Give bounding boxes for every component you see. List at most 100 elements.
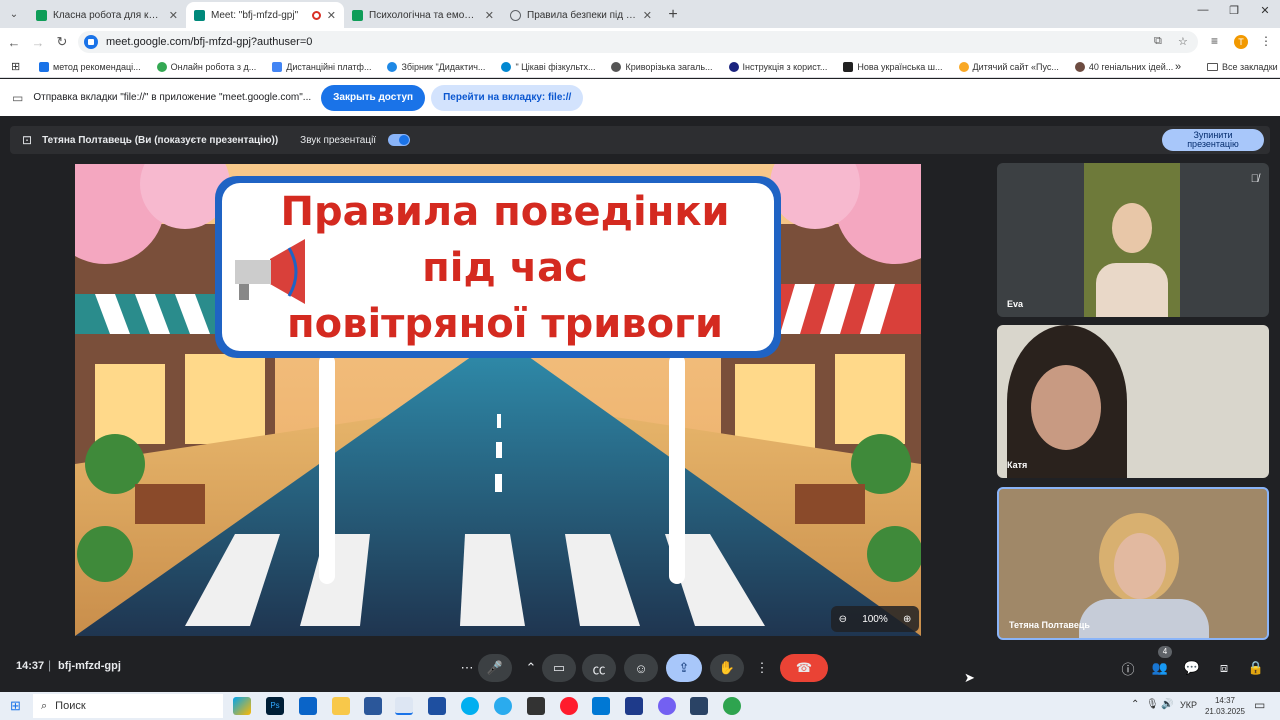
participant-tile-tetiana[interactable]: Тетяна Полтавець	[997, 487, 1269, 640]
snowflake-icon	[387, 61, 398, 72]
people-icon[interactable]: 👥	[1148, 654, 1172, 682]
close-icon[interactable]: ✕	[327, 9, 336, 22]
camera-icon: ▭	[552, 660, 566, 675]
participant-tile-katya[interactable]: Катя	[997, 325, 1269, 478]
divider: |	[48, 658, 52, 672]
telegram-icon[interactable]	[494, 697, 512, 715]
present-now-button[interactable]: ⇪	[666, 654, 702, 682]
tab-classwork[interactable]: Класна робота для курсу "Ви ✕	[28, 2, 186, 28]
reload-icon[interactable]: ↻	[50, 34, 74, 50]
emoji-icon: ☺	[634, 660, 648, 676]
video-feed	[1007, 325, 1127, 478]
tab-search-chevron-icon[interactable]: ⌄	[0, 0, 28, 28]
more-options-icon[interactable]: ⋮	[750, 654, 774, 682]
close-icon[interactable]: ✕	[643, 9, 652, 22]
close-icon[interactable]: ✕	[485, 9, 494, 22]
save-disk-icon[interactable]	[625, 697, 643, 715]
microphone-tray-icon[interactable]: 🎙	[1146, 699, 1159, 710]
call-controls: 14:37 | bfj-mfzd-gpj ⋯ 🎤 ⌃ ▭ ㏄ ☺ ⇪ ✋ ⋮ ☎…	[0, 644, 1280, 690]
outlook-icon[interactable]	[299, 697, 317, 715]
taskbar-search-box[interactable]: ⌕ Поиск	[33, 694, 223, 718]
dots-icon	[272, 61, 283, 72]
close-window-icon[interactable]: ✕	[1250, 4, 1280, 17]
notebook-icon[interactable]	[428, 697, 446, 715]
leave-call-button[interactable]: ☎	[780, 654, 828, 682]
clock[interactable]: 14:37 21.03.2025	[1200, 695, 1250, 717]
close-access-button[interactable]: Закрыть доступ	[321, 84, 426, 111]
word-icon[interactable]	[364, 697, 382, 715]
tab-safety-rules[interactable]: Правила безпеки під час ✕	[502, 2, 660, 28]
participant-tile-eva[interactable]: 🎙̸ Eva	[997, 163, 1269, 317]
tab-meet[interactable]: Meet: "bfj-mfzd-gpj" ✕	[186, 2, 344, 28]
windows-start-icon[interactable]: ⊞	[10, 698, 21, 714]
photoshop-icon[interactable]: Ps	[266, 697, 284, 715]
apps-grid-icon[interactable]: ⊞	[11, 60, 25, 73]
volume-icon[interactable]: 🔊	[1161, 699, 1173, 710]
bookmark-item[interactable]: Інструкція з корист...	[728, 61, 827, 72]
back-icon[interactable]: ←	[2, 35, 26, 50]
raise-hand-button[interactable]: ✋	[710, 654, 744, 682]
new-tab-button[interactable]: +	[660, 2, 686, 28]
chevron-up-icon[interactable]: ⌃	[519, 654, 543, 682]
calculator-icon[interactable]	[527, 697, 545, 715]
chat-icon[interactable]: 💬	[1180, 654, 1204, 682]
skype-icon[interactable]	[461, 697, 479, 715]
snowflake-icon	[501, 61, 512, 72]
activities-icon[interactable]: ⧈	[1212, 654, 1236, 682]
bookmark-label: Дистанційні платф...	[286, 61, 372, 72]
camera-button[interactable]: ▭	[542, 654, 576, 682]
more-bookmarks-icon[interactable]: »	[1175, 61, 1181, 73]
bookmark-item[interactable]: Збірник "Дидактич...	[387, 61, 486, 72]
green-app-icon[interactable]	[723, 697, 741, 715]
file-explorer-icon[interactable]	[332, 697, 350, 715]
bookmark-item[interactable]: 40 геніальних ідей...	[1074, 61, 1173, 72]
viber-icon[interactable]	[658, 697, 676, 715]
forward-icon[interactable]: →	[26, 35, 50, 50]
notifications-icon[interactable]: ▭	[1254, 698, 1265, 712]
all-bookmarks-folder[interactable]: Все закладки	[1207, 62, 1278, 72]
captions-button[interactable]: ㏄	[582, 654, 616, 682]
profile-avatar[interactable]: Т	[1234, 35, 1248, 49]
address-bar[interactable]: meet.google.com/bfj-mfzd-gpj?authuser=0 …	[78, 31, 1198, 53]
menu-kebab-icon[interactable]: ⋮	[1260, 34, 1272, 48]
toolbar: ← → ↻ meet.google.com/bfj-mfzd-gpj?authu…	[0, 28, 1280, 56]
vscode-icon[interactable]	[592, 697, 610, 715]
bookmark-item[interactable]: Дистанційні платф...	[272, 61, 372, 72]
site-info-icon[interactable]	[84, 35, 98, 49]
participant-name: Eva	[1007, 299, 1024, 309]
language-indicator[interactable]: УКР	[1180, 700, 1197, 710]
more-audio-options-icon[interactable]: ⋯	[455, 654, 479, 682]
zoom-out-icon[interactable]: ⊖	[839, 614, 847, 625]
bookmark-item[interactable]: Дитячий сайт «Пус...	[958, 61, 1059, 72]
media-control-icon[interactable]: ≡	[1211, 34, 1218, 48]
minimize-icon[interactable]: —	[1188, 4, 1218, 16]
bookmark-label: Збірник "Дидактич...	[401, 61, 486, 72]
bookmark-item[interactable]: метод рекомендаці...	[39, 61, 141, 72]
bookmark-item[interactable]: Нова українська ш...	[843, 61, 943, 72]
bookmark-item[interactable]: Криворізька загаль...	[611, 61, 713, 72]
zoom-in-icon[interactable]: ⊕	[903, 614, 911, 625]
participant-name: Тетяна Полтавець	[1009, 620, 1090, 630]
host-controls-icon[interactable]: 🔒	[1244, 654, 1268, 682]
microphone-button[interactable]: 🎤	[478, 654, 512, 682]
meeting-info-icon[interactable]: ⓘ	[1116, 654, 1140, 682]
bookmark-item[interactable]: Онлайн робота з д...	[156, 61, 256, 72]
zoom-control: ⊖ 100% ⊕	[831, 606, 919, 632]
cc-icon	[728, 61, 739, 72]
tab-psychology[interactable]: Психологічна та емоційна під ✕	[344, 2, 502, 28]
chrome-icon[interactable]	[395, 697, 413, 715]
bookmark-star-icon[interactable]: ☆	[1178, 35, 1188, 48]
tray-chevron-up-icon[interactable]: ⌃	[1131, 699, 1139, 710]
stop-presentation-button[interactable]: Зупинити презентацію	[1162, 129, 1264, 151]
presentation-bar: ⊡ Тетяна Полтавець (Ви (показуєте презен…	[10, 126, 1270, 154]
restore-icon[interactable]: ❐	[1219, 4, 1249, 17]
translate-icon[interactable]: ⧉	[1154, 35, 1162, 48]
remote-app-icon[interactable]	[690, 697, 708, 715]
go-to-tab-button[interactable]: Перейти на вкладку: file://	[431, 84, 584, 111]
copilot-icon[interactable]	[233, 697, 251, 715]
opera-icon[interactable]	[560, 697, 578, 715]
bookmark-item[interactable]: " Цікаві фізкультх...	[501, 61, 595, 72]
reactions-button[interactable]: ☺	[624, 654, 658, 682]
presentation-audio-toggle[interactable]	[388, 134, 410, 146]
close-icon[interactable]: ✕	[169, 9, 178, 22]
